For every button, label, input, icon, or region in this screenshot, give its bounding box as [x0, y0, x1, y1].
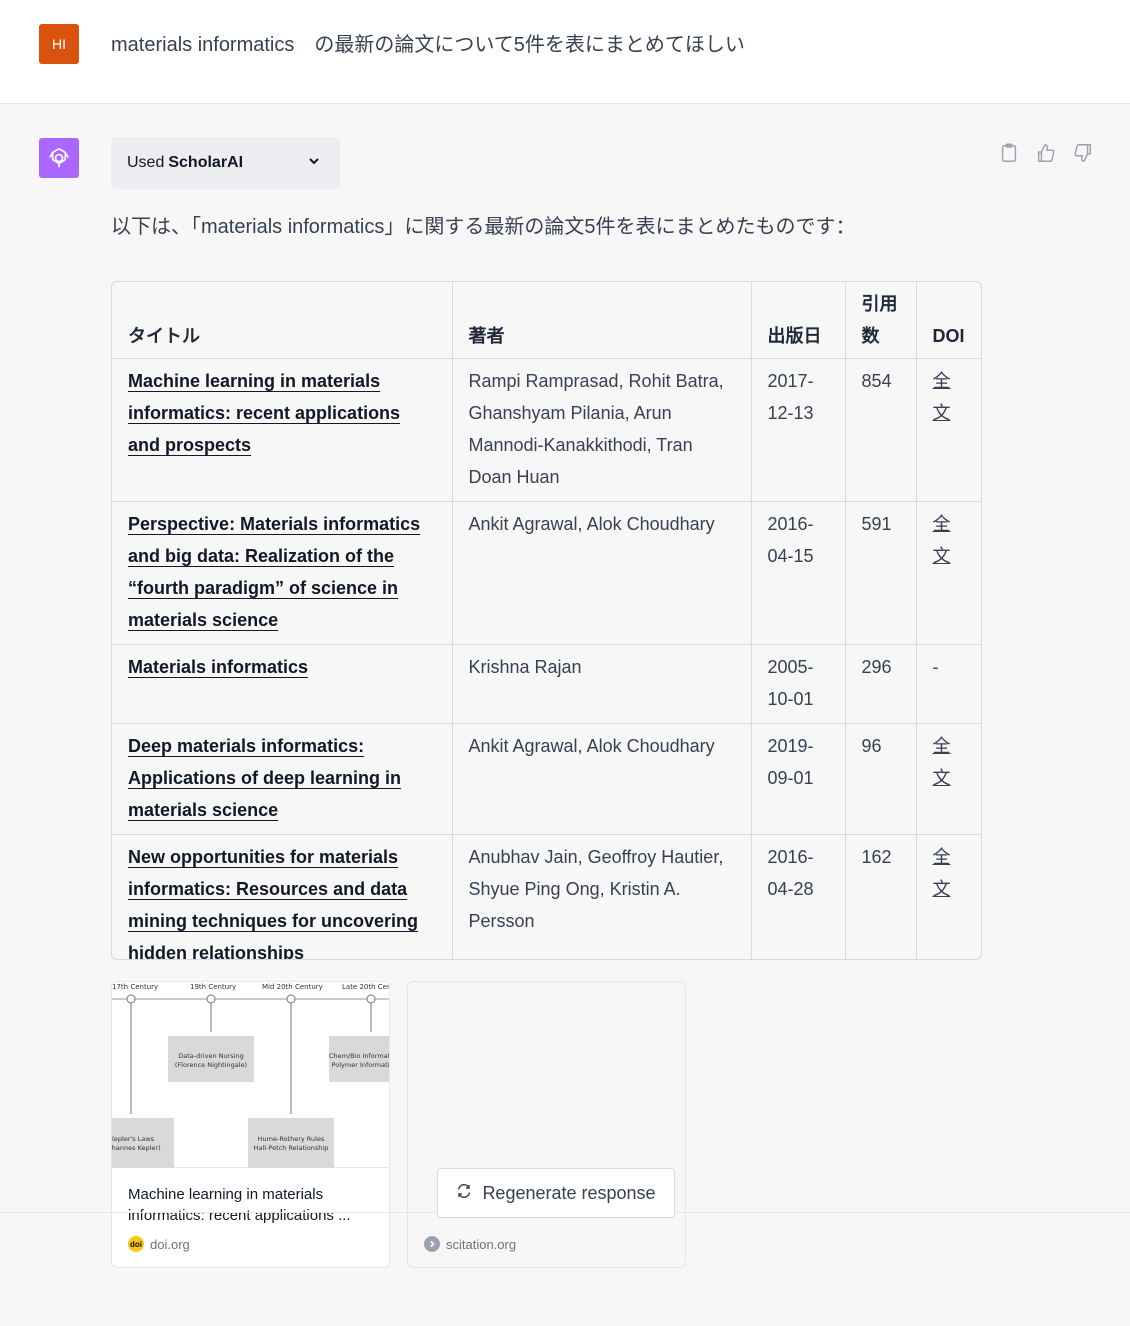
timeline-label: Late 20th Century [342, 983, 390, 991]
table-row: Materials informatics Krishna Rajan 2005… [112, 644, 981, 724]
copy-icon[interactable] [998, 142, 1021, 165]
paper-date: 2019-09-01 [751, 723, 846, 835]
thumb-box-text: Hall-Petch Relationship [254, 1144, 329, 1152]
doi-link[interactable]: 全文 [933, 514, 951, 566]
card-thumbnail: 17th Century 19th Century Mid 20th Centu… [112, 982, 390, 1168]
paper-authors: Ankit Agrawal, Alok Choudhary [452, 501, 752, 645]
thumb-box-text: Hume-Rothery Rules [258, 1135, 325, 1143]
column-header-authors: 著者 [452, 282, 752, 359]
paper-citations: 591 [845, 501, 917, 645]
user-message-row: HI materials informatics の最新の論文について5件を表に… [0, 0, 1130, 104]
regenerate-button[interactable]: Regenerate response [437, 1168, 675, 1218]
paper-citations: 162 [845, 834, 917, 959]
doi-link[interactable]: 全文 [933, 371, 951, 423]
thumbs-up-icon[interactable] [1035, 142, 1058, 165]
table-row: Perspective: Materials informatics and b… [112, 501, 981, 645]
paper-citations: 96 [845, 723, 917, 835]
timeline-label: Mid 20th Century [262, 983, 323, 991]
paper-date: 2017-12-13 [751, 358, 846, 502]
thumb-box-text: Chem/Bio Informatics [329, 1052, 390, 1060]
table-row: New opportunities for materials informat… [112, 834, 981, 959]
paper-title-link[interactable]: Machine learning in materials informatic… [128, 371, 400, 455]
source-card[interactable]: scitation.org [407, 981, 686, 1268]
assistant-message-row: Used ScholarAI 以下は、「materials informatic… [0, 104, 1130, 1326]
card-source: doi doi.org [128, 1236, 190, 1252]
refresh-icon [456, 1183, 472, 1204]
column-header-title: タイトル [112, 282, 453, 359]
paper-title-link[interactable]: New opportunities for materials informat… [128, 847, 418, 959]
paper-date: 2016-04-15 [751, 501, 846, 645]
column-header-citations: 引用数 [845, 282, 917, 359]
timeline-label: 17th Century [112, 983, 158, 991]
doi-value: - [916, 644, 981, 724]
paper-authors: Krishna Rajan [452, 644, 752, 724]
regenerate-label: Regenerate response [482, 1182, 656, 1203]
card-source: scitation.org [424, 1236, 516, 1252]
thumb-box-text: (Johannes Kepler) [112, 1144, 161, 1152]
plugin-used-dropdown[interactable]: Used ScholarAI [111, 137, 340, 189]
doi-link[interactable]: 全文 [933, 847, 951, 899]
paper-authors: Rampi Ramprasad, Rohit Batra, Ghanshyam … [452, 358, 752, 502]
user-message-text: materials informatics の最新の論文について5件を表にまとめ… [111, 34, 745, 56]
paper-title-link[interactable]: Materials informatics [128, 657, 308, 677]
thumb-box-text: Polymer Informatics [332, 1061, 390, 1069]
paper-date: 2005-10-01 [751, 644, 846, 724]
openai-logo-icon [39, 138, 79, 178]
paper-authors: Ankit Agrawal, Alok Choudhary [452, 723, 752, 835]
papers-table: タイトル 著者 出版日 引用数 DOI Machine learning in … [111, 281, 982, 960]
table-row: Deep materials informatics: Applications… [112, 723, 981, 835]
chevron-down-icon [306, 153, 322, 174]
thumb-box-text: Kepler's Laws [112, 1135, 155, 1143]
thumbs-down-icon[interactable] [1072, 142, 1095, 165]
thumb-box-text: Data-driven Nursing [178, 1052, 244, 1060]
timeline-label: 19th Century [190, 983, 236, 991]
user-avatar: HI [39, 24, 79, 64]
paper-citations: 296 [845, 644, 917, 724]
column-header-date: 出版日 [751, 282, 846, 359]
doi-icon: doi [128, 1236, 144, 1252]
card-title: Machine learning in materials informatic… [128, 1186, 351, 1224]
column-header-doi: DOI [916, 282, 981, 359]
message-actions [998, 142, 1095, 165]
doi-link[interactable]: 全文 [933, 736, 951, 788]
plugin-name: ScholarAI [168, 154, 244, 171]
chevron-right-icon [424, 1236, 440, 1252]
plugin-used-prefix: Used [127, 154, 165, 171]
card-source-domain: scitation.org [446, 1236, 517, 1252]
paper-citations: 854 [845, 358, 917, 502]
paper-authors: Anubhav Jain, Geoffroy Hautier, Shyue Pi… [452, 834, 752, 959]
card-source-domain: doi.org [150, 1236, 190, 1252]
assistant-intro-text: 以下は、「materials informatics」に関する最新の論文5件を表… [111, 216, 856, 238]
table-row: Machine learning in materials informatic… [112, 358, 981, 502]
paper-title-link[interactable]: Perspective: Materials informatics and b… [128, 514, 420, 630]
paper-date: 2016-04-28 [751, 834, 846, 959]
source-card[interactable]: 17th Century 19th Century Mid 20th Centu… [111, 981, 390, 1268]
thumb-box-text: (Florence Nightingale) [175, 1061, 247, 1069]
paper-title-link[interactable]: Deep materials informatics: Applications… [128, 736, 401, 820]
